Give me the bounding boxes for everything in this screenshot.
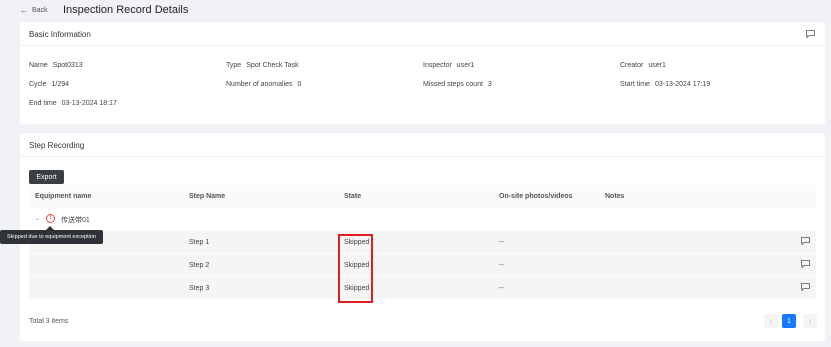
info-start-time-label: Start time: [620, 81, 650, 88]
step-name-cell: Step 3: [189, 285, 210, 292]
basic-information-header: Basic Information: [20, 22, 825, 46]
comment-icon[interactable]: [801, 283, 810, 291]
info-name-label: Name: [29, 62, 48, 69]
info-type-label: Type: [226, 62, 242, 69]
basic-information-card: Basic Information Name Spot0313 Type Spot …: [20, 22, 825, 124]
export-button[interactable]: Export: [29, 170, 64, 184]
info-end-time: End time 03-13-2024 18:17: [29, 100, 117, 107]
info-inspector: Inspector user1: [423, 62, 474, 69]
info-missed-steps-value: 3: [487, 81, 492, 88]
comment-icon[interactable]: [806, 30, 815, 38]
media-cell: --: [499, 285, 504, 292]
top-bar: ← Back Inspection Record Details: [0, 0, 831, 22]
table-row: Step 3 Skipped --: [29, 276, 816, 299]
column-notes: Notes: [605, 193, 625, 200]
media-cell: --: [499, 262, 504, 269]
equipment-name: 传送带01: [61, 217, 90, 224]
info-end-time-value: 03-13-2024 18:17: [61, 100, 117, 107]
info-creator-value: user1: [648, 62, 666, 69]
info-missed-steps: Missed steps count 3: [423, 81, 492, 88]
basic-information-title: Basic Information: [29, 30, 91, 39]
info-cycle-label: Cycle: [29, 81, 47, 88]
info-creator: Creator user1: [620, 62, 666, 69]
back-label: Back: [32, 7, 48, 14]
step-recording-card: Step Recording Export Equipment name Ste…: [20, 133, 825, 341]
info-creator-label: Creator: [620, 62, 644, 69]
step-name-cell: Step 1: [189, 239, 210, 246]
info-inspector-value: user1: [456, 62, 475, 69]
pager-page-button[interactable]: 1: [782, 314, 796, 328]
info-missed-steps-label: Missed steps count: [423, 81, 483, 88]
step-recording-title: Step Recording: [29, 141, 85, 150]
arrow-left-icon: ←: [20, 6, 28, 15]
back-button[interactable]: ← Back: [20, 6, 48, 15]
info-inspector-label: Inspector: [423, 62, 452, 69]
info-anomalies-label: Number of anomalies: [226, 81, 293, 88]
column-media: On-site photos/videos: [499, 193, 573, 200]
comment-icon[interactable]: [801, 260, 810, 268]
info-name: Name Spot0313: [29, 62, 83, 69]
info-end-time-label: End time: [29, 100, 57, 107]
info-name-value: Spot0313: [52, 62, 83, 69]
info-cycle-value: 1/294: [51, 81, 70, 88]
table-row: Step 1 Skipped --: [29, 230, 816, 253]
column-equipment-name: Equipment name: [35, 193, 92, 200]
column-step-name: Step Name: [189, 193, 226, 200]
state-highlight-box: [338, 234, 373, 303]
step-name-cell: Step 2: [189, 262, 210, 269]
equipment-group-row[interactable]: ⌄ ! 传送带01: [29, 208, 816, 230]
info-anomalies: Number of anomalies 0: [226, 81, 301, 88]
exclamation-circle-icon[interactable]: !: [46, 214, 55, 223]
comment-icon[interactable]: [801, 237, 810, 245]
media-cell: --: [499, 239, 504, 246]
info-anomalies-value: 0: [297, 81, 302, 88]
page-title: Inspection Record Details: [63, 4, 189, 16]
step-recording-header: Step Recording: [20, 133, 825, 157]
column-state: State: [344, 193, 362, 200]
chevron-down-icon[interactable]: ⌄: [35, 215, 40, 222]
info-start-time-value: 03-13-2024 17:19: [654, 81, 711, 88]
exception-tooltip: Skipped due to equipment exception: [0, 230, 103, 244]
info-cycle: Cycle 1/294: [29, 81, 69, 88]
info-type-value: Spot Check Task: [246, 62, 299, 69]
pager-prev-button[interactable]: ‹: [764, 314, 778, 328]
info-type: Type Spot Check Task: [226, 62, 299, 69]
total-items: Total 3 items: [29, 318, 69, 325]
table-header: Equipment name Step Name State On-site p…: [29, 185, 816, 208]
pager-next-button[interactable]: ›: [803, 314, 817, 328]
info-start-time: Start time 03-13-2024 17:19: [620, 81, 710, 88]
table-row: Step 2 Skipped --: [29, 253, 816, 276]
